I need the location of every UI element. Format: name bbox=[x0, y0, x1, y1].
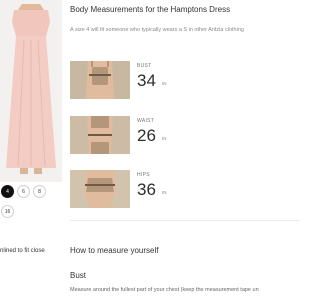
measurement-unit: IN bbox=[162, 81, 167, 86]
section-divider bbox=[70, 220, 300, 221]
measurement-unit: IN bbox=[162, 190, 167, 195]
how-to-title: How to measure yourself bbox=[70, 246, 159, 255]
bust-thumbnail bbox=[70, 61, 130, 99]
measurement-value: 26 bbox=[137, 126, 156, 145]
measurement-label: BUST bbox=[137, 63, 152, 69]
measurement-row-hips: HIPS 36 IN bbox=[70, 170, 300, 208]
product-image bbox=[0, 0, 62, 182]
product-panel: 4 6 8 16 nlined to fit close bbox=[0, 0, 62, 300]
measurement-label: WAIST bbox=[137, 118, 155, 124]
measurement-unit: IN bbox=[162, 136, 167, 141]
size-selector: 4 6 8 bbox=[0, 185, 62, 201]
size-chip[interactable]: 16 bbox=[1, 205, 14, 218]
measurements-title: Body Measurements for the Hamptons Dress bbox=[70, 5, 231, 14]
dress-illustration bbox=[6, 4, 56, 174]
size-chip[interactable]: 8 bbox=[33, 185, 46, 198]
bust-instructions: Measure around the fullest part of your … bbox=[70, 287, 259, 293]
fit-note: nlined to fit close bbox=[0, 248, 45, 254]
bust-heading: Bust bbox=[70, 271, 87, 280]
size-chip[interactable]: 6 bbox=[17, 185, 30, 198]
hips-thumbnail bbox=[70, 170, 130, 208]
measurement-value: 36 bbox=[137, 180, 156, 199]
measurement-value: 34 bbox=[137, 71, 156, 90]
measurements-subtitle: A size 4 will fit someone who typically … bbox=[70, 27, 244, 33]
size-selector-row-2: 16 bbox=[0, 205, 62, 221]
measurement-row-bust: BUST 34 IN bbox=[70, 61, 300, 99]
measurement-row-waist: WAIST 26 IN bbox=[70, 116, 300, 154]
size-chip-selected[interactable]: 4 bbox=[1, 185, 14, 198]
measurement-label: HIPS bbox=[137, 172, 150, 178]
waist-thumbnail bbox=[70, 116, 130, 154]
